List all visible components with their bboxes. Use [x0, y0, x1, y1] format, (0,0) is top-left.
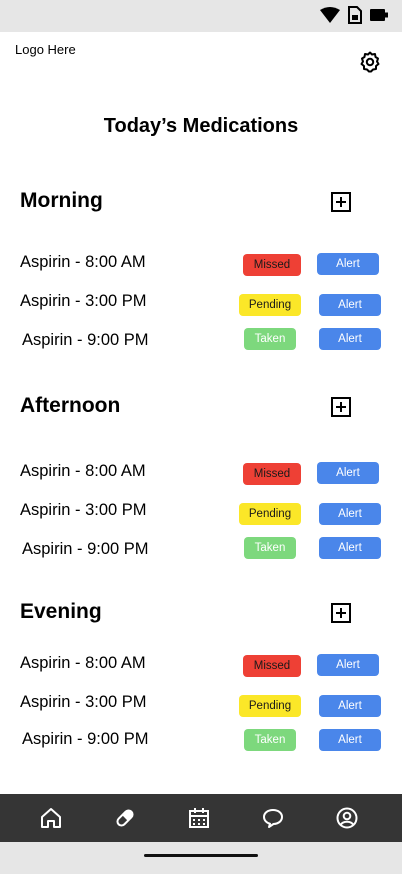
logo-text: Logo Here — [15, 42, 76, 57]
home-indicator-area — [0, 842, 402, 874]
home-indicator[interactable] — [144, 854, 258, 857]
status-badge-missed: Missed — [243, 254, 301, 276]
status-badge-pending: Pending — [239, 503, 301, 525]
add-evening-button[interactable] — [331, 603, 351, 623]
alert-button[interactable]: Alert — [319, 537, 381, 559]
alert-button[interactable]: Alert — [319, 729, 381, 751]
battery-icon — [370, 9, 388, 21]
alert-button[interactable]: Alert — [317, 462, 379, 484]
medication-name: Aspirin - 9:00 PM — [22, 331, 149, 349]
calendar-icon[interactable] — [187, 806, 211, 830]
page-title: Today’s Medications — [103, 115, 299, 137]
status-badge-missed: Missed — [243, 655, 301, 677]
wifi-icon — [320, 7, 340, 23]
add-afternoon-button[interactable] — [331, 397, 351, 417]
pill-icon[interactable] — [113, 806, 137, 830]
medication-name: Aspirin - 3:00 PM — [20, 292, 147, 310]
medication-name: Aspirin - 9:00 PM — [22, 730, 149, 748]
add-morning-button[interactable] — [331, 192, 351, 212]
gear-icon[interactable] — [358, 50, 382, 74]
alert-button[interactable]: Alert — [319, 503, 381, 525]
medication-name: Aspirin - 3:00 PM — [20, 501, 147, 519]
status-badge-taken: Taken — [244, 328, 296, 350]
section-title-afternoon: Afternoon — [20, 394, 121, 417]
section-title-evening: Evening — [20, 600, 102, 623]
status-badge-taken: Taken — [244, 537, 296, 559]
bottom-nav — [0, 794, 402, 842]
section-title-morning: Morning — [20, 189, 103, 212]
alert-button[interactable]: Alert — [317, 654, 379, 676]
profile-icon[interactable] — [335, 806, 359, 830]
medication-name: Aspirin - 8:00 AM — [20, 253, 146, 271]
status-badge-pending: Pending — [239, 695, 301, 717]
status-badge-pending: Pending — [239, 294, 301, 316]
alert-button[interactable]: Alert — [319, 695, 381, 717]
medication-name: Aspirin - 3:00 PM — [20, 693, 147, 711]
status-badge-missed: Missed — [243, 463, 301, 485]
alert-button[interactable]: Alert — [317, 253, 379, 275]
alert-button[interactable]: Alert — [319, 294, 381, 316]
medication-name: Aspirin - 8:00 AM — [20, 462, 146, 480]
medication-name: Aspirin - 8:00 AM — [20, 654, 146, 672]
chat-bubble-icon[interactable] — [261, 806, 285, 830]
status-icons — [320, 5, 388, 25]
status-badge-taken: Taken — [244, 729, 296, 751]
medication-name: Aspirin - 9:00 PM — [22, 540, 149, 558]
sim-card-icon — [348, 6, 362, 24]
alert-button[interactable]: Alert — [319, 328, 381, 350]
home-icon[interactable] — [39, 806, 63, 830]
status-bar — [0, 0, 402, 32]
